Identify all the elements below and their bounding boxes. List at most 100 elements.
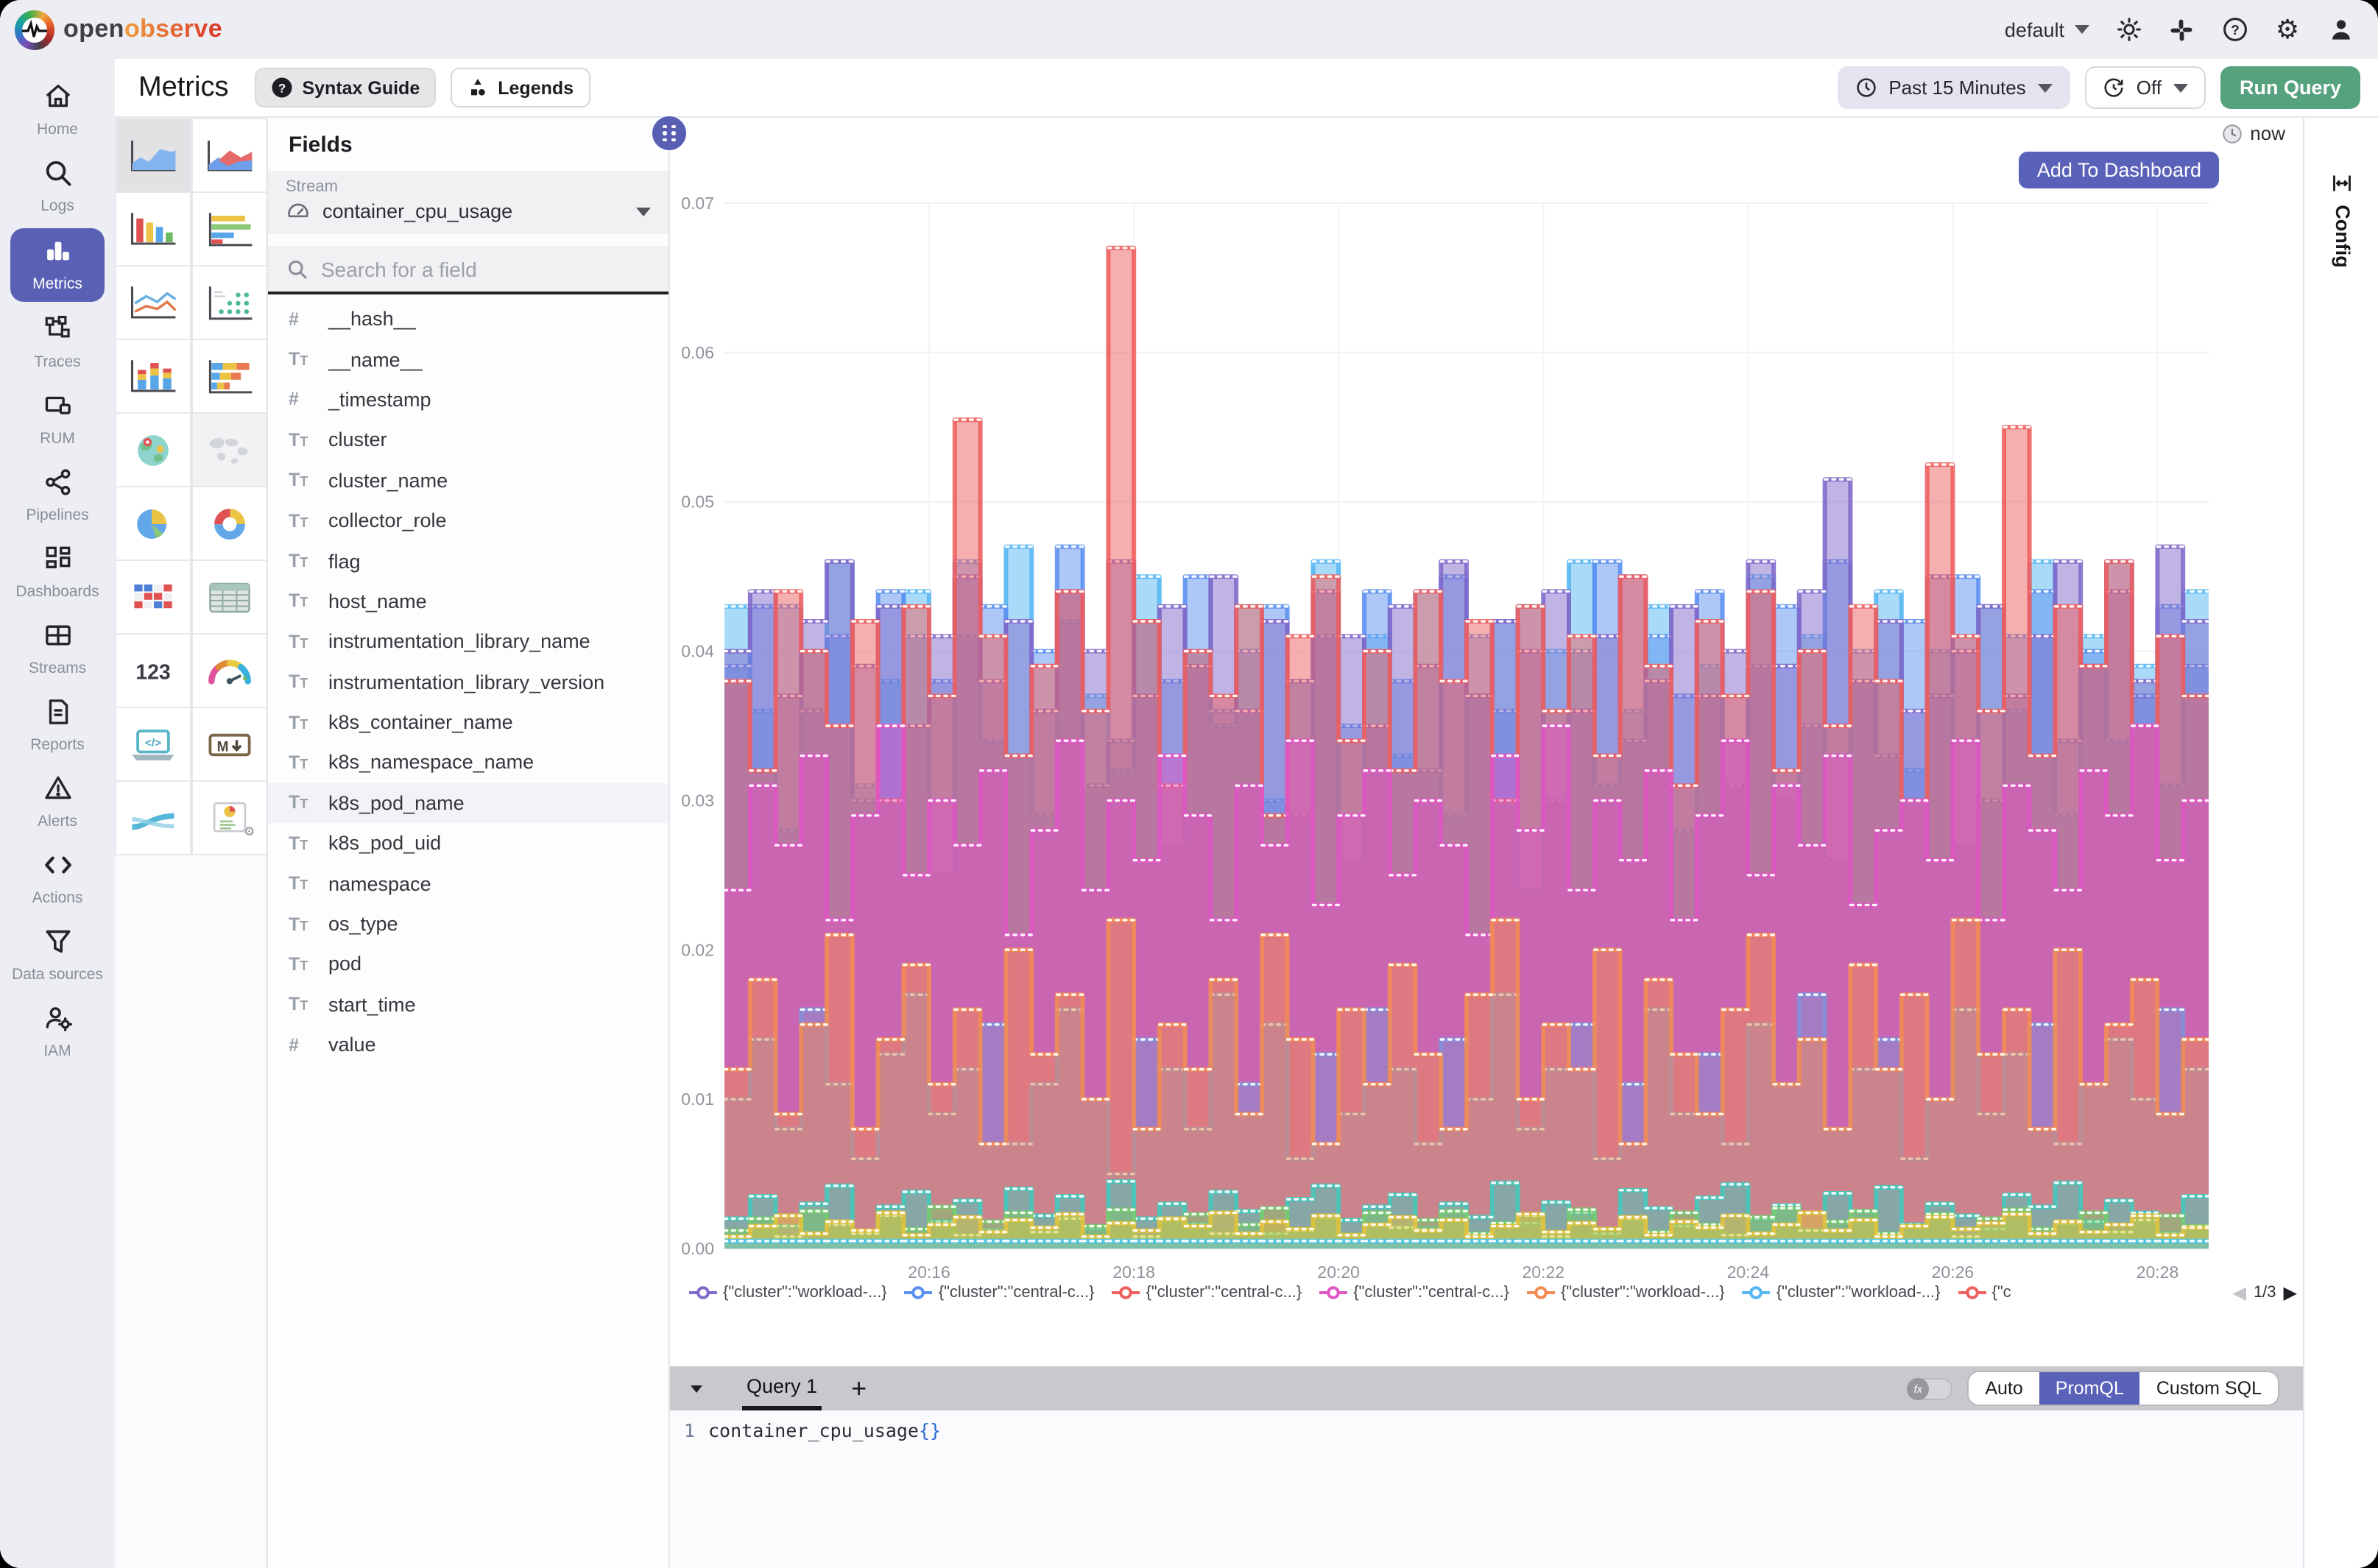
field-item-cluster_name[interactable]: TT cluster_name [268, 460, 668, 501]
field-item-start_time[interactable]: TT start_time [268, 984, 668, 1025]
help-icon[interactable]: ? [2220, 15, 2248, 43]
field-item-instrumentation_library_version[interactable]: TT instrumentation_library_version [268, 662, 668, 702]
legend-item[interactable]: {"cluster":"workload-...} [1743, 1284, 1941, 1302]
clock-icon [1855, 77, 1877, 99]
mode-custom-sql-button[interactable]: Custom SQL [2140, 1372, 2278, 1405]
chart-type-markdown-editor[interactable]: M [193, 708, 267, 780]
syntax-guide-button[interactable]: ? Syntax Guide [255, 68, 436, 107]
sidebar-item-reports[interactable]: Reports [6, 688, 109, 764]
metrics-chart-svg[interactable]: 0.000.010.020.030.040.050.060.0720:1620:… [670, 118, 2303, 1340]
legends-button[interactable]: Legends [451, 68, 590, 107]
query-code-line: 1 container_cpu_usage{} [670, 1410, 2303, 1441]
sidebar-item-rum[interactable]: RUM [6, 381, 109, 458]
legend-item[interactable]: {"cluster":"workload-...} [689, 1284, 887, 1302]
chart-type-custom-chart[interactable]: ⚙ [193, 782, 267, 854]
text-type-icon: TT [289, 430, 315, 451]
chart-type-area-chart[interactable] [116, 119, 190, 191]
field-item-namespace[interactable]: TT namespace [268, 864, 668, 904]
field-item-flag[interactable]: TT flag [268, 541, 668, 582]
chart-type-html-editor[interactable]: </> [116, 708, 190, 780]
sidebar-item-pipelines[interactable]: Pipelines [6, 458, 109, 534]
org-selector[interactable]: default [2005, 18, 2089, 40]
add-to-dashboard-button[interactable]: Add To Dashboard [2019, 152, 2219, 188]
chart-type-donut-chart[interactable] [193, 487, 267, 559]
query-editor[interactable]: 1 container_cpu_usage{} [670, 1410, 2303, 1568]
settings-gear-icon[interactable]: ⚙ [2273, 15, 2301, 43]
theme-toggle-icon[interactable] [2114, 15, 2142, 43]
config-tab[interactable]: Config [2304, 132, 2378, 308]
mode-auto-button[interactable]: Auto [1969, 1372, 2039, 1405]
chevron-down-icon [2075, 25, 2089, 34]
stream-selector[interactable]: Stream container_cpu_usage [268, 171, 668, 234]
legend-next-icon[interactable]: ▶ [2284, 1282, 2297, 1303]
sidebar-item-metrics[interactable]: Metrics [10, 228, 105, 302]
sidebar-item-traces[interactable]: Traces [6, 305, 109, 381]
time-range-selector[interactable]: Past 15 Minutes [1837, 66, 2070, 109]
query-tab[interactable]: Query 1 [742, 1366, 822, 1410]
field-item-_timestamp[interactable]: # _timestamp [268, 380, 668, 420]
chart-type-area-stacked-chart[interactable] [193, 119, 267, 191]
slack-icon[interactable] [2167, 15, 2195, 43]
field-item-k8s_pod_name[interactable]: TT k8s_pod_name [268, 783, 668, 823]
legend-item[interactable]: {"c [1958, 1284, 2011, 1302]
field-item-__hash__[interactable]: # __hash__ [268, 299, 668, 339]
chart-type-pie-chart[interactable] [116, 487, 190, 559]
sidebar-item-dashboards[interactable]: Dashboards [6, 534, 109, 611]
add-query-button[interactable]: + [851, 1375, 867, 1402]
chart-type-geo-map[interactable] [116, 414, 190, 486]
chart-type-metric-text[interactable]: 123 [116, 635, 190, 707]
line-series-marker-icon [1319, 1285, 1347, 1300]
number-type-icon: # [289, 1034, 315, 1055]
field-item-host_name[interactable]: TT host_name [268, 581, 668, 621]
panel-drag-handle[interactable] [652, 116, 686, 150]
line-series-marker-icon [1112, 1285, 1140, 1300]
chart-type-horizontal-stacked-bar-chart[interactable] [193, 340, 267, 412]
text-type-icon: TT [289, 954, 315, 975]
sidebar-item-data-sources[interactable]: Data sources [6, 917, 109, 994]
sidebar-item-iam[interactable]: IAM [6, 994, 109, 1070]
svg-text:0.02: 0.02 [681, 940, 714, 959]
legend-item[interactable]: {"cluster":"workload-...} [1527, 1284, 1725, 1302]
sidebar-item-actions[interactable]: Actions [6, 841, 109, 917]
field-item-value[interactable]: # value [268, 1025, 668, 1065]
legend-item[interactable]: {"cluster":"central-c...} [1112, 1284, 1302, 1302]
chart-type-sankey-chart[interactable] [116, 782, 190, 854]
chart-type-bar-chart[interactable] [116, 193, 190, 265]
gauge-icon [286, 199, 311, 224]
legend-prev-icon[interactable]: ◀ [2232, 1282, 2245, 1303]
refresh-interval-selector[interactable]: Off [2085, 66, 2206, 109]
chart-type-line-chart[interactable] [116, 266, 190, 339]
chart-type-table-view[interactable] [193, 561, 267, 633]
mode-promql-button[interactable]: PromQL [2039, 1372, 2140, 1405]
field-item-k8s_pod_uid[interactable]: TT k8s_pod_uid [268, 823, 668, 864]
vrl-function-toggle[interactable]: fx [1907, 1377, 1952, 1399]
field-item-pod[interactable]: TT pod [268, 944, 668, 985]
sidebar-item-alerts[interactable]: Alerts [6, 764, 109, 841]
legend-item[interactable]: {"cluster":"central-c...} [1319, 1284, 1509, 1302]
chart-type-gauge-chart[interactable] [193, 635, 267, 707]
field-item-__name__[interactable]: TT __name__ [268, 339, 668, 380]
fields-panel: Fields Stream container_cpu_usage Search… [268, 118, 670, 1568]
legend-page-count: 1/3 [2254, 1284, 2276, 1302]
field-item-collector_role[interactable]: TT collector_role [268, 501, 668, 541]
legend-item[interactable]: {"cluster":"central-c...} [905, 1284, 1095, 1302]
sidebar-item-home[interactable]: Home [6, 72, 109, 149]
field-item-k8s_namespace_name[interactable]: TT k8s_namespace_name [268, 743, 668, 783]
chart-type-world-map[interactable] [193, 414, 267, 486]
chart-type-heatmap-chart[interactable] [116, 561, 190, 633]
chart-type-stacked-bar-chart[interactable] [116, 340, 190, 412]
sidebar-item-logs[interactable]: Logs [6, 149, 109, 225]
run-query-button[interactable]: Run Query [2220, 66, 2360, 109]
field-item-instrumentation_library_name[interactable]: TT instrumentation_library_name [268, 621, 668, 662]
field-list: # __hash__ TT __name__ # _timestamp TT c… [268, 299, 668, 1065]
query-collapse-caret-icon[interactable] [691, 1385, 702, 1392]
chart-type-horizontal-bar-chart[interactable] [193, 193, 267, 265]
field-item-k8s_container_name[interactable]: TT k8s_container_name [268, 702, 668, 743]
sidebar-item-streams[interactable]: Streams [6, 611, 109, 688]
user-avatar-icon[interactable] [2326, 15, 2354, 43]
field-search-input[interactable]: Search for a field [268, 246, 668, 294]
refresh-clock-icon [2103, 77, 2125, 99]
field-item-os_type[interactable]: TT os_type [268, 904, 668, 944]
chart-type-scatter-chart[interactable] [193, 266, 267, 339]
field-item-cluster[interactable]: TT cluster [268, 420, 668, 460]
